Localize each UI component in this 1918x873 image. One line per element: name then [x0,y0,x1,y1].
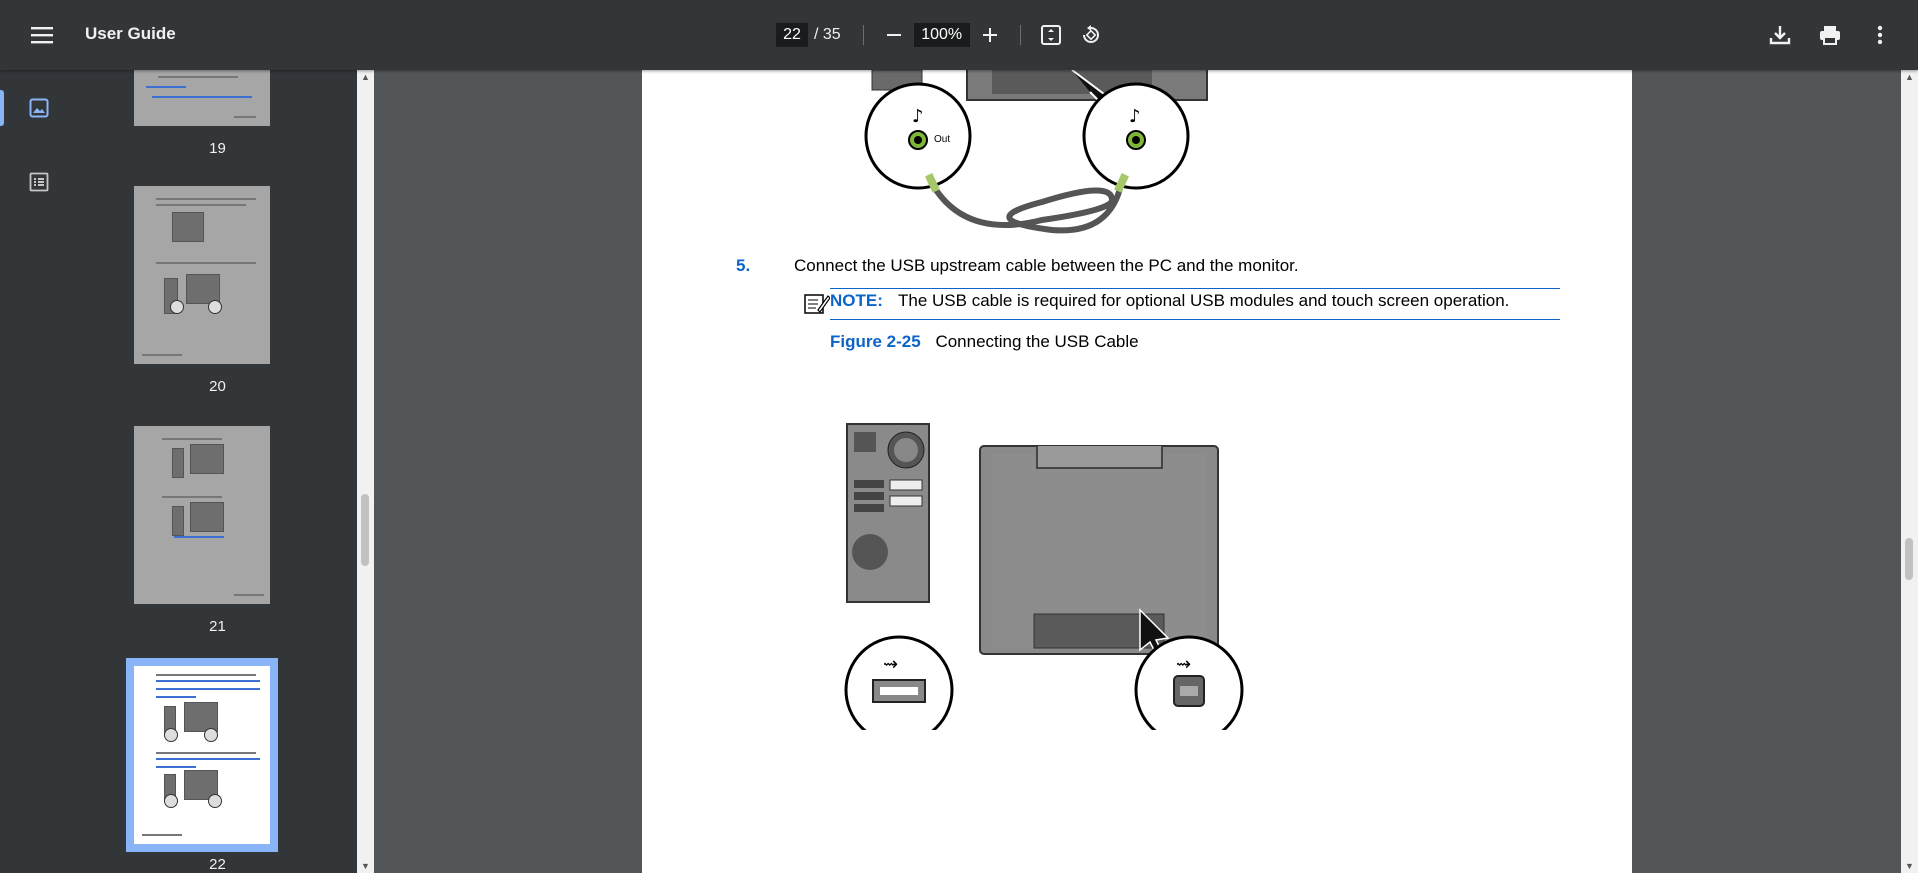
thumb-footer [142,354,182,356]
usb-cable-figure: ⇝ ⇝ [844,423,1244,730]
thumb-text [156,674,256,676]
thumbnails-view-button[interactable] [0,84,78,132]
toolbar-divider [1019,25,1021,45]
audio-out-label: Out [934,134,951,145]
thumbnail-label: 22 [209,856,226,873]
sidebar-rail [0,70,78,873]
document-page: ♪ ♪ Out 5. Connect the USB upstream cabl… [642,70,1632,873]
fit-to-page-icon [1040,25,1061,45]
thumb-callout [170,300,184,314]
thumb-callout [208,300,222,314]
step-number: 5. [736,256,751,275]
fit-page-button[interactable] [1031,15,1071,55]
thumb-note [156,680,260,682]
thumb-callout [164,728,178,742]
download-icon [1769,26,1791,45]
scroll-down-arrow[interactable]: ▼ [361,861,370,871]
thumb-image [190,502,224,532]
thumb-text [156,752,256,754]
note-text: The USB cable is required for optional U… [898,291,1510,310]
zoom-level-input[interactable] [913,23,970,47]
thumbnail-label: 21 [209,618,226,635]
hamburger-icon [31,27,53,44]
step-text: Connect the USB upstream cable between t… [794,256,1299,275]
thumb-note [156,758,260,760]
thumb-callout [164,794,178,808]
more-vert-icon [1877,25,1883,45]
list-icon [29,172,49,192]
page-total: / 35 [814,26,841,43]
toolbar-divider [862,25,864,45]
audio-cable-figure: ♪ ♪ [864,70,1208,234]
note-icon [804,294,830,314]
page-zoom-controls: / 35 [776,17,1111,53]
page-thumbnail-22[interactable] [126,658,278,852]
more-options-button[interactable] [1860,15,1900,55]
step-5: 5. Connect the USB upstream cable betwee… [736,256,1299,276]
thumb-image [172,212,204,242]
thumb-text [162,496,222,498]
scroll-thumb[interactable] [1905,538,1913,580]
thumbnail-label: 19 [209,140,226,157]
page-thumbnail-19[interactable] [134,70,270,126]
thumb-footer [142,834,182,836]
thumb-text [158,76,238,78]
svg-text:⇝: ⇝ [1176,654,1191,675]
page-thumbnail-20[interactable] [134,186,270,364]
scroll-up-arrow[interactable]: ▲ [1905,72,1914,82]
thumbnail-scrollbar[interactable]: ▲ ▼ [357,70,374,873]
thumb-text [156,198,256,200]
download-button[interactable] [1760,15,1800,55]
thumb-text [162,438,222,440]
thumb-image [172,506,184,536]
thumb-image [190,444,224,474]
scroll-down-arrow[interactable]: ▼ [1905,861,1914,871]
thumb-heading [146,86,186,88]
svg-text:♪: ♪ [912,106,924,127]
pdf-toolbar: User Guide / 35 [0,0,1918,70]
image-icon [29,98,49,118]
page-number-input[interactable] [776,23,808,47]
thumb-caption [156,696,196,698]
thumbnail-label: 20 [209,378,226,395]
svg-text:♪: ♪ [1129,106,1141,127]
document-title: User Guide [85,24,176,43]
rotate-button[interactable] [1071,15,1111,55]
svg-text:⇝: ⇝ [883,654,898,675]
zoom-out-button[interactable] [874,15,914,55]
plus-icon [982,28,997,42]
figure-title: Connecting the USB Cable [935,332,1139,351]
thumb-note [152,96,252,98]
minus-icon [886,34,901,36]
zoom-in-button[interactable] [970,15,1010,55]
note-label: NOTE: [830,291,883,310]
thumbnail-panel: 19 20 21 22 [78,70,357,873]
figure-number: Figure 2-25 [830,332,921,351]
menu-button[interactable] [22,15,62,55]
outline-view-button[interactable] [0,158,78,206]
scroll-thumb[interactable] [361,494,369,566]
rotate-icon [1082,25,1099,43]
thumb-callout [208,794,222,808]
thumb-image [172,448,184,478]
document-scrollbar[interactable]: ▲ ▼ [1901,70,1918,873]
scroll-up-arrow[interactable]: ▲ [361,72,370,82]
print-icon [1820,26,1840,45]
thumb-text [156,204,246,206]
page-thumbnail-21[interactable] [134,426,270,604]
thumb-cable [174,536,224,538]
thumb-footer [234,116,256,118]
print-button[interactable] [1810,15,1850,55]
toolbar-actions [1760,15,1900,55]
thumb-note [156,688,260,690]
thumb-footer [234,594,264,596]
thumb-callout [204,728,218,742]
thumb-text [156,262,256,264]
figure-caption: Figure 2-25 Connecting the USB Cable [830,332,1139,352]
active-indicator [0,90,4,126]
thumb-caption [156,766,196,768]
note-box: NOTE: The USB cable is required for opti… [830,288,1560,320]
